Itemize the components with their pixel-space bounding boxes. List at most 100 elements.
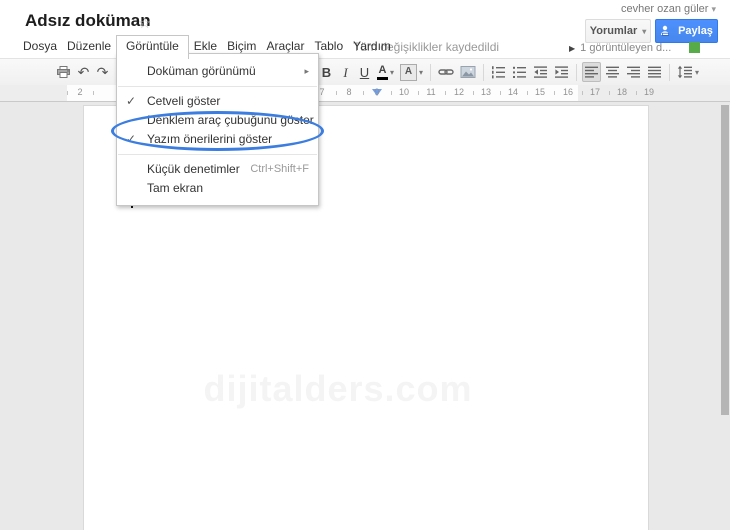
align-justify-icon [647,65,662,79]
toolbar-separator [430,63,432,81]
bulleted-list-button[interactable] [510,62,529,82]
toolbar-separator [483,63,485,81]
text-color-icon: A [377,64,388,80]
ruler[interactable]: 2 7 8 9 10 11 12 13 14 15 16 17 18 19 [0,85,730,102]
account-menu[interactable]: cevher ozan güler ▾ [621,3,716,15]
menubar-item[interactable]: Araçlar [261,36,309,59]
ruler-tick [581,91,583,95]
menu-separator [118,154,317,155]
menu-item-label: Yazım önerilerini göster [147,132,273,146]
toolbar-separator [576,63,578,81]
underline-button[interactable]: U [356,62,373,82]
ruler-tick [363,91,364,95]
print-button[interactable] [54,62,73,82]
comments-button[interactable]: Yorumlar ▾ [585,19,651,43]
italic-button[interactable]: I [337,62,354,82]
watermark: dijitalders.com [203,368,473,409]
ruler-number: 2 [77,87,83,97]
account-name: cevher ozan güler [621,3,709,15]
menubar-item[interactable]: Ekle [189,36,222,59]
menu-item[interactable]: Ctrl+Shift+F Küçük denetimler [117,160,318,179]
ruler-number: 11 [426,87,436,97]
menubar-item[interactable]: Biçim [222,36,261,59]
menubar: Dosya Düzenle Görüntüle Ekle Biçim Araçlar Tab… [18,35,396,59]
text-color-button[interactable]: A ▾ [375,62,396,82]
increase-indent-button[interactable] [552,62,571,82]
redo-icon: ↷ [96,64,109,80]
menu-shortcut: Ctrl+Shift+F [250,163,309,175]
document-title[interactable]: Adsız doküman [25,11,151,31]
menu-item[interactable]: Tam ekran [117,179,318,198]
ruler-tick [390,91,392,95]
menu-item[interactable]: Doküman görünümü ▸ [117,62,318,81]
menu-item[interactable]: ✓ Yazım önerilerini göster [117,130,318,149]
menu-item-label: Küçük denetimler [147,162,240,176]
menubar-item[interactable]: Dosya [18,36,62,59]
align-right-icon [626,65,641,79]
bold-icon: B [321,64,332,80]
highlight-color-button[interactable]: A ▾ [398,62,425,82]
decrease-indent-button[interactable] [531,62,550,82]
viewers-status[interactable]: ▶ 1 görüntüleyen d... [569,42,671,54]
insert-image-button[interactable] [458,62,478,82]
numbered-list-button[interactable] [489,62,508,82]
ruler-tick [67,91,68,95]
menu-item-label: Doküman görünümü [147,64,256,78]
print-icon [56,65,71,79]
expand-arrow-icon: ▶ [569,44,576,53]
underline-icon: U [359,64,370,80]
ruler-tick [472,91,474,95]
redo-button[interactable]: ↷ [94,62,111,82]
chevron-down-icon: ▾ [711,4,716,14]
ruler-tick [445,91,446,95]
ruler-tick [608,91,610,95]
decrease-indent-icon [533,65,548,79]
menu-item-label: Tam ekran [147,181,204,195]
view-menu-items: Doküman görünümü ▸ ✓ Cetveli göster Denklem … [117,62,318,198]
menubar-item[interactable]: Tablo [309,36,348,59]
line-spacing-icon [677,65,693,79]
ruler-number: 13 [480,87,492,97]
ruler-number: 16 [562,87,574,97]
chevron-down-icon: ▾ [390,67,395,77]
menu-item[interactable]: ✓ Cetveli göster [117,92,318,111]
insert-link-icon [438,65,454,79]
menubar-item[interactable]: Düzenle [62,36,116,59]
vertical-scrollbar[interactable] [721,105,729,415]
ruler-tick [93,91,94,95]
align-justify-button[interactable] [645,62,664,82]
ruler-tick [635,91,637,95]
line-spacing-button[interactable]: ▾ [675,62,701,82]
ruler-tick [554,91,555,95]
ruler-number: 17 [589,87,601,97]
submenu-arrow-icon: ▸ [304,66,309,76]
ruler-number: 7 [319,87,325,97]
check-icon: ✓ [126,94,137,108]
ruler-number: 14 [507,87,519,97]
insert-link-button[interactable] [436,62,456,82]
share-person-icon [661,25,670,36]
bold-button[interactable]: B [318,62,335,82]
align-right-button[interactable] [624,62,643,82]
menubar-item[interactable]: Görüntüle [116,35,189,59]
highlight-color-icon: A [400,63,418,81]
menubar-item[interactable]: Yardım [348,36,396,59]
chevron-down-icon: ▾ [642,26,647,36]
ruler-number: 9 [374,87,380,97]
presence-indicator [689,42,700,53]
align-center-button[interactable] [603,62,622,82]
star-icon[interactable]: ☆ [138,14,151,32]
bulleted-list-icon [512,65,527,79]
chevron-down-icon: ▾ [695,67,700,77]
ruler-number: 15 [534,87,546,97]
ruler-number: 12 [453,87,465,97]
align-left-button[interactable] [582,62,602,82]
share-button[interactable]: Paylaş [655,19,718,43]
toolbar-right-group: B I U A ▾ A ▾ ▾ [317,59,702,85]
undo-icon: ↶ [77,64,90,80]
undo-button[interactable]: ↶ [75,62,92,82]
insert-image-icon [460,65,476,79]
menu-item[interactable]: Denklem araç çubuğunu göster [117,111,318,130]
ruler-tick [526,91,528,95]
numbered-list-icon [491,65,506,79]
